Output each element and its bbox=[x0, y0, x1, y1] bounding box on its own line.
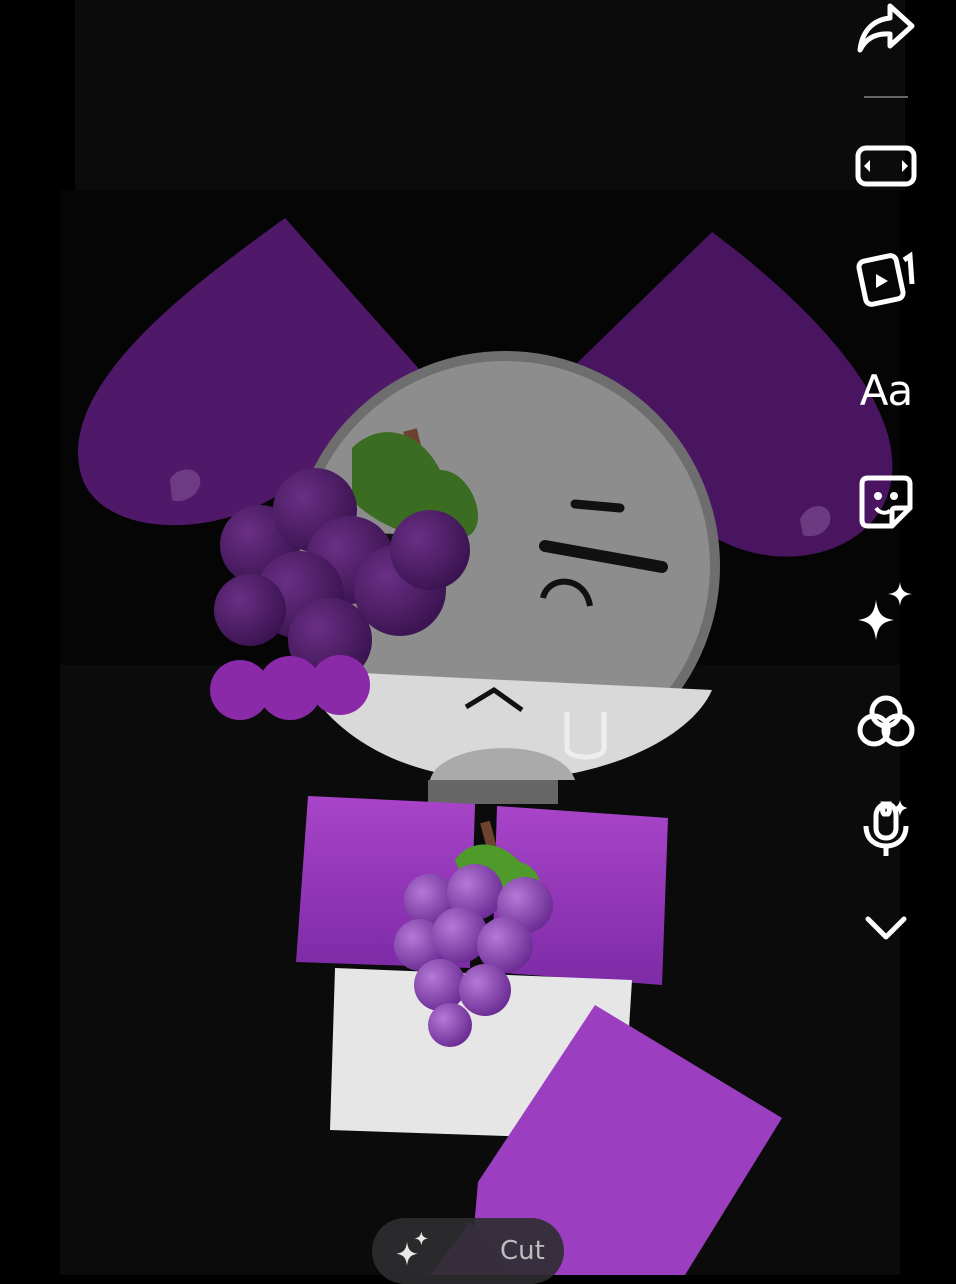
cutout-label: Cut bbox=[500, 1236, 545, 1266]
share-arrow-icon bbox=[854, 0, 918, 56]
sparkle-icon bbox=[854, 580, 918, 644]
rail-divider bbox=[864, 96, 908, 98]
text-button[interactable]: Aa bbox=[840, 344, 932, 436]
tool-rail: Aa bbox=[816, 0, 956, 1275]
aspect-ratio-icon bbox=[854, 142, 918, 190]
voice-effect-icon bbox=[858, 796, 914, 860]
clips-button[interactable] bbox=[840, 232, 932, 324]
character-artwork bbox=[0, 0, 956, 1275]
sparkle-icon bbox=[394, 1230, 432, 1272]
sticker-button[interactable] bbox=[840, 456, 932, 548]
story-canvas bbox=[0, 0, 956, 1275]
chevron-down-icon bbox=[864, 913, 908, 943]
more-tools-button[interactable] bbox=[840, 882, 932, 974]
effects-button[interactable] bbox=[840, 566, 932, 658]
filters-icon bbox=[856, 694, 916, 750]
text-icon: Aa bbox=[859, 365, 913, 415]
filters-button[interactable] bbox=[840, 676, 932, 768]
share-button[interactable] bbox=[840, 0, 932, 74]
video-clips-icon bbox=[854, 248, 918, 308]
cutout-button[interactable]: Cut bbox=[372, 1218, 564, 1284]
aspect-button[interactable] bbox=[840, 120, 932, 212]
top-panel bbox=[75, 0, 905, 190]
sticker-icon bbox=[858, 474, 914, 530]
voice-effects-button[interactable] bbox=[840, 782, 932, 874]
